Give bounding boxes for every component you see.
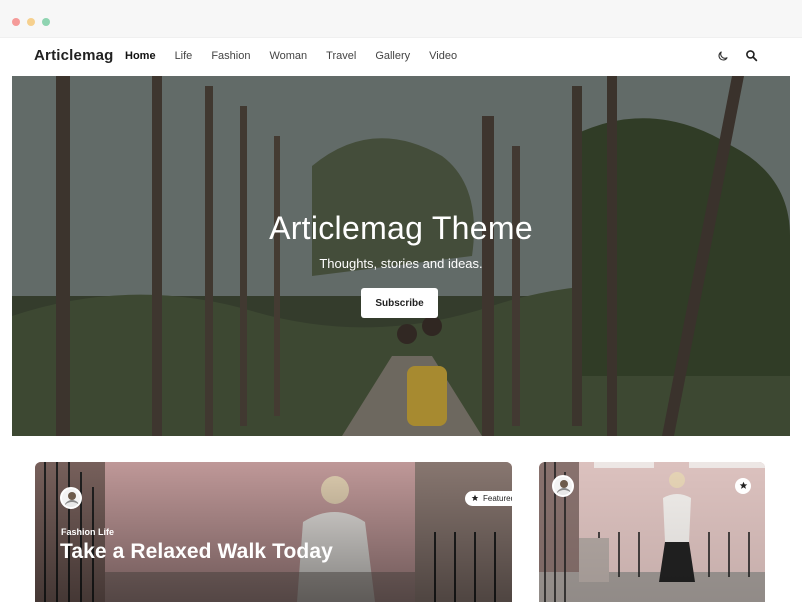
menu-item-fashion[interactable]: Fashion	[211, 50, 250, 62]
star-icon	[739, 477, 748, 495]
site-logo[interactable]: Articlemag	[34, 47, 114, 64]
menu-item-home[interactable]: Home	[125, 50, 156, 62]
menu-item-woman[interactable]: Woman	[269, 50, 307, 62]
site-header: Articlemag Home Life Fashion Woman Trave…	[0, 38, 802, 76]
window-titlebar	[0, 0, 802, 38]
menu-item-video[interactable]: Video	[429, 50, 457, 62]
menu-item-travel[interactable]: Travel	[326, 50, 356, 62]
moon-icon[interactable]	[717, 50, 729, 62]
author-avatar[interactable]	[552, 475, 574, 497]
author-avatar[interactable]	[60, 487, 82, 509]
main-menu: Home Life Fashion Woman Travel Gallery V…	[125, 50, 476, 62]
featured-star-badge	[735, 478, 751, 494]
subscribe-button[interactable]: Subscribe	[361, 288, 438, 318]
hero-subtitle: Thoughts, stories and ideas.	[319, 256, 483, 271]
post-title[interactable]: Take a Relaxed Walk Today	[60, 540, 333, 564]
browser-window: Articlemag Home Life Fashion Woman Trave…	[0, 0, 802, 602]
search-icon[interactable]	[745, 49, 758, 62]
star-icon	[471, 494, 479, 504]
menu-item-life[interactable]: Life	[175, 50, 193, 62]
post-category[interactable]: Fashion Life	[61, 527, 114, 537]
post-card[interactable]	[539, 462, 765, 602]
featured-badge-label: Featured	[483, 494, 512, 503]
menu-item-gallery[interactable]: Gallery	[375, 50, 410, 62]
featured-badge: Featured	[465, 491, 512, 506]
minimize-window-dot[interactable]	[27, 18, 35, 26]
hero-banner: Articlemag Theme Thoughts, stories and i…	[12, 76, 790, 436]
hero-title: Articlemag Theme	[269, 210, 533, 246]
close-window-dot[interactable]	[12, 18, 20, 26]
featured-post-card[interactable]: Featured Fashion Life Take a Relaxed Wal…	[35, 462, 512, 602]
header-actions	[717, 49, 758, 62]
maximize-window-dot[interactable]	[42, 18, 50, 26]
